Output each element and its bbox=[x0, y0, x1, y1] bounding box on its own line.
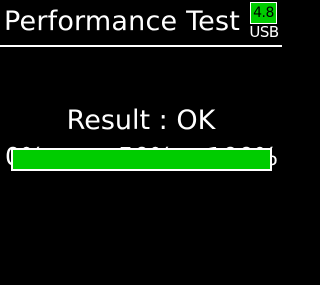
progress-bar bbox=[11, 148, 272, 171]
page-title: Performance Test bbox=[4, 6, 241, 37]
usb-voltage-value: 4.8 bbox=[250, 2, 277, 24]
result-text: Result : OK bbox=[66, 105, 216, 136]
usb-power-badge: 4.8 USB bbox=[249, 2, 279, 42]
usb-label: USB bbox=[249, 23, 279, 41]
header-divider bbox=[0, 45, 282, 47]
header: Performance Test 4.8 USB bbox=[0, 0, 282, 45]
progress-bar-fill bbox=[13, 150, 270, 169]
